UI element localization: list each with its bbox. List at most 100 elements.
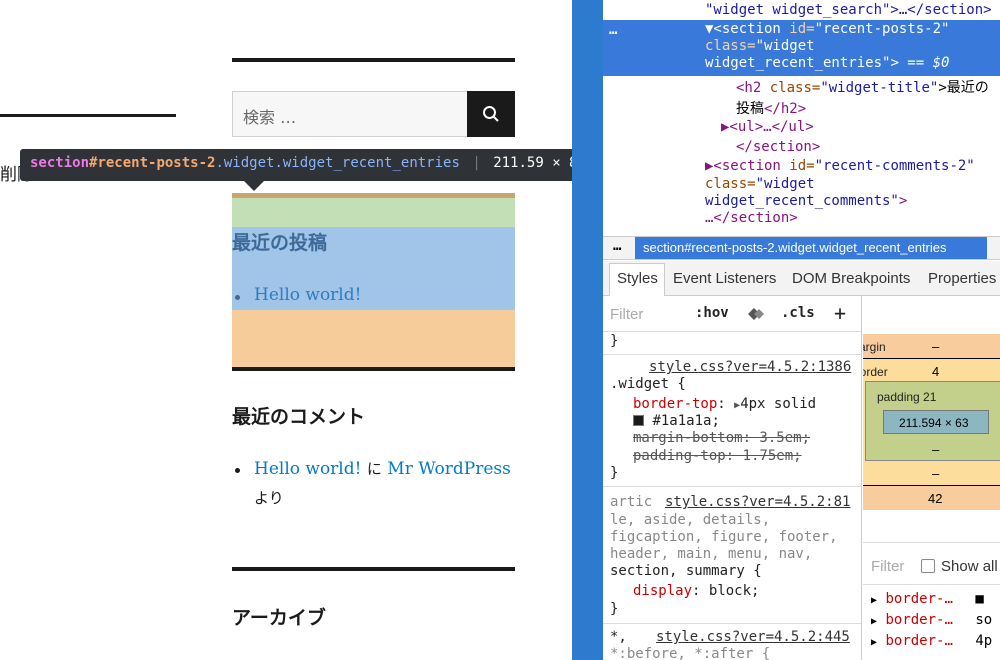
rule1-source-link[interactable]: style.css?ver=4.5.2:1386 [649, 359, 851, 375]
rule1-prop-border-top[interactable]: border-top: ▶4px solid [633, 396, 816, 412]
expand-arrow: ▶ [871, 595, 878, 606]
dom-selected-line3: widget_recent_entries"> == $0 [705, 55, 949, 71]
computed-row[interactable]: ▶ border-… ■ [871, 591, 984, 607]
rule-divider [603, 354, 861, 355]
comment-author-link[interactable]: Mr WordPress [387, 459, 511, 479]
recent-post-link[interactable]: Hello world! [254, 285, 361, 305]
sidebar-tabs: Styles Event Listeners DOM Breakpoints P… [603, 261, 1000, 296]
prop-name: border-top [633, 396, 718, 412]
rule3-source-link[interactable]: style.css?ver=4.5.2:445 [656, 629, 850, 645]
rule2-selector-start: artic [610, 494, 653, 510]
dom-h2-class-attr: class= [769, 80, 821, 96]
rule2-selector-4: section, summary { [610, 563, 762, 579]
computed-filter-input[interactable]: Filter [871, 558, 904, 575]
dom-next-section-line1[interactable]: ▶<section id="recent-comments-2" [705, 158, 975, 174]
search-icon [483, 106, 499, 122]
rule3-selector: *, [610, 629, 627, 645]
computed-value: ■ [975, 591, 984, 607]
add-rule-button[interactable]: + [834, 301, 846, 325]
margin-label: margin [863, 340, 886, 354]
tab-dom-breakpoints[interactable]: DOM Breakpoints [792, 270, 910, 287]
margin-top-value[interactable]: – [932, 339, 939, 354]
rule3-selector-2: *:before, *:after { [610, 646, 771, 660]
dom-line-search[interactable]: "widget widget_search">…</section> [705, 2, 992, 18]
tab-properties[interactable]: Properties [928, 270, 996, 287]
computed-value: so [975, 612, 993, 628]
dom-console-ref: > == $0 [890, 55, 950, 71]
padding-label: padding 21 [877, 390, 937, 404]
devtools-divider[interactable] [572, 0, 603, 660]
dom-next-id-attr: id= [789, 158, 815, 174]
dom-h2-line[interactable]: <h2 class="widget-title">最近の [736, 77, 989, 97]
prop-value: block; [708, 583, 760, 599]
dom-next-end: …</section> [705, 210, 798, 226]
rule2-source-link[interactable]: style.css?ver=4.5.2:81 [665, 494, 850, 510]
prop-name: display [633, 583, 693, 599]
breadcrumb-ellipsis[interactable]: … [613, 238, 621, 254]
comment-entry: Hello world! に Mr WordPress [254, 458, 511, 479]
dom-h2-line2: 投稿</h2> [736, 98, 806, 118]
computed-row[interactable]: ▶ border-… so [871, 612, 992, 628]
dom-next-section-line3: widget_recent_comments"> [705, 193, 907, 209]
styles-filter-input[interactable]: Filter [610, 306, 643, 323]
expand-arrow: ▶ [871, 616, 878, 627]
highlight-margin-overlay [232, 310, 515, 367]
border-top-value[interactable]: 4 [932, 364, 939, 379]
search-widget-border [232, 58, 515, 62]
border-bottom-value[interactable]: – [932, 466, 939, 481]
rule-divider [603, 486, 861, 487]
highlight-padding-overlay [232, 198, 515, 227]
dom-h2-open: <h2 [736, 80, 762, 96]
dom-class-value2: widget_recent_entries" [705, 55, 891, 71]
margin-bottom-value[interactable]: 42 [928, 491, 942, 506]
rule1-prop-padding-top[interactable]: padding-top: 1.75em; [633, 448, 802, 464]
rule2-prop-display[interactable]: display: block; [633, 583, 759, 599]
prop-value: 4px solid [740, 396, 817, 412]
computed-divider [863, 542, 1000, 543]
tooltip-arrow [244, 181, 264, 191]
styles-pane: Filter :hov .cls + } style.css?ver=4.5.2… [603, 296, 862, 660]
tab-styles[interactable]: Styles [617, 270, 658, 287]
tooltip-divider: | [472, 155, 481, 171]
dom-next-id-value: "recent-comments-2" [814, 158, 975, 174]
devtools-panel: "widget widget_search">…</section> … ▼<s… [603, 0, 1000, 660]
dom-h2-text: >最近の [938, 80, 989, 96]
breadcrumb-selected[interactable]: section#recent-posts-2.widget.widget_rec… [635, 237, 987, 259]
dom-section-close[interactable]: </section> [736, 139, 820, 155]
computed-row[interactable]: ▶ border-… 4p [871, 633, 992, 649]
recent-comments-title: 最近のコメント [232, 406, 366, 428]
dom-next-section-line2: class="widget [705, 176, 815, 192]
pin-icon[interactable] [746, 306, 766, 322]
rule1-prop-color: #1a1a1a; [633, 413, 720, 429]
computed-value: 4p [975, 633, 993, 649]
padding-bottom-value[interactable]: – [932, 442, 939, 457]
show-all-label: Show all [941, 558, 998, 575]
list-bullet [235, 295, 240, 300]
dom-class-attr: class= [705, 38, 756, 54]
dom-next-class-attr: class= [705, 176, 756, 192]
computed-divider [863, 584, 1000, 585]
dom-next-class-value1: "widget [755, 176, 815, 192]
prop-value-color: #1a1a1a; [652, 413, 720, 429]
page-viewport: 削除 検索 … 最近の投稿 Hello world! 最近のコメント Hello… [0, 0, 572, 660]
dom-next-class-value2: widget_recent_comments" [705, 193, 899, 209]
cls-toggle[interactable]: .cls [781, 305, 815, 321]
rule-close-brace: } [610, 333, 619, 349]
dom-selected-line1: ▼<section id="recent-posts-2" [705, 21, 949, 37]
dom-section-open: ▼<section [705, 21, 781, 37]
search-input[interactable]: 検索 … [232, 91, 468, 137]
tab-event-listeners[interactable]: Event Listeners [673, 270, 776, 287]
dom-selected-line2: class="widget [705, 38, 815, 54]
dom-ul-node[interactable]: ▶<ul>…</ul> [721, 119, 814, 135]
prop-colon: : [692, 583, 701, 599]
show-all-checkbox[interactable] [921, 559, 935, 573]
comment-post-link[interactable]: Hello world! [254, 459, 361, 479]
color-swatch[interactable] [633, 415, 644, 426]
dom-h2-class-value: "widget-title" [820, 80, 939, 96]
recent-posts-title: 最近の投稿 [232, 232, 328, 254]
hov-toggle[interactable]: :hov [695, 305, 729, 321]
search-button[interactable] [467, 91, 515, 137]
content-size[interactable]: 211.594 × 63 [899, 416, 969, 430]
rule1-prop-margin-bottom[interactable]: margin-bottom: 3.5em; [633, 430, 810, 446]
dom-ellipsis[interactable]: … [609, 22, 617, 38]
